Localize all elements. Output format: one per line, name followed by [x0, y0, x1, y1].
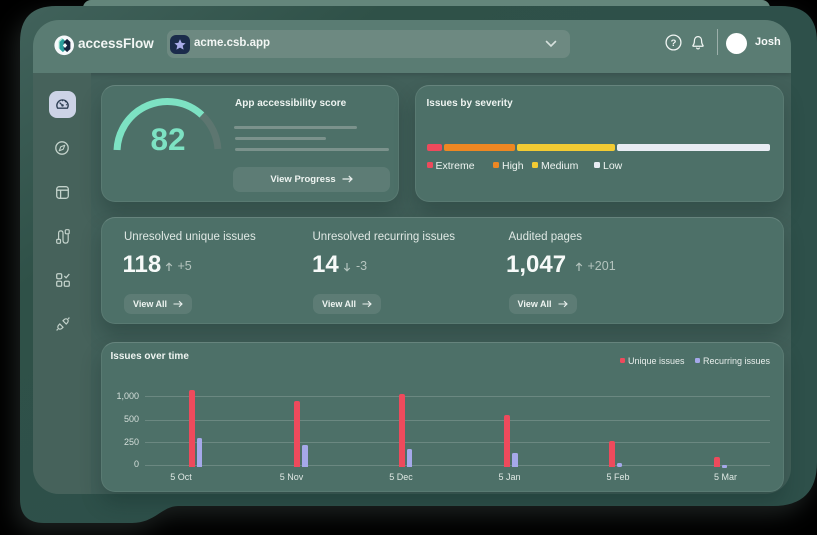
svg-text:?: ? — [671, 38, 677, 49]
